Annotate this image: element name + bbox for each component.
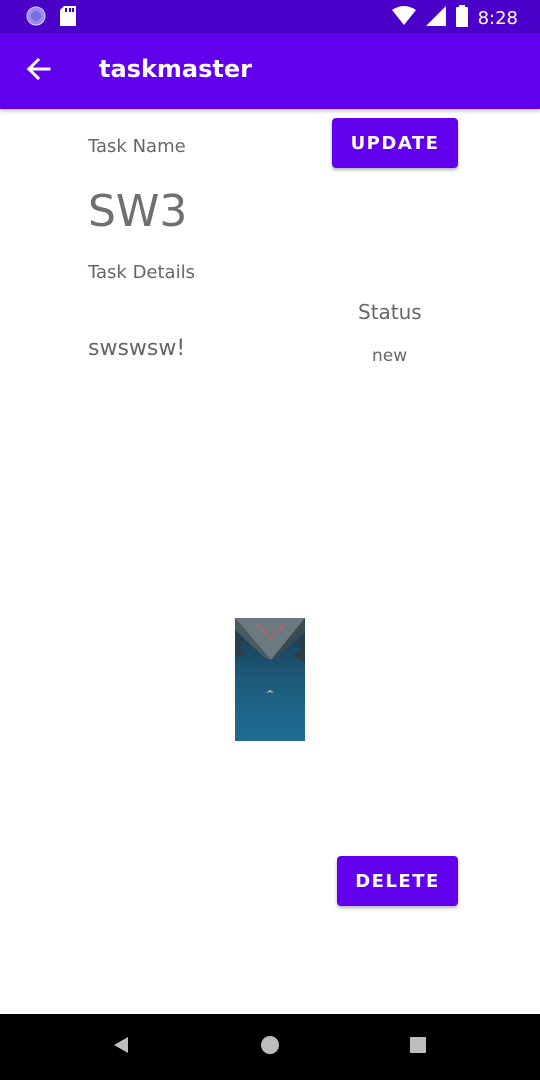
nav-back-button[interactable] [108,1034,134,1060]
recents-square-icon [408,1035,428,1059]
system-nav-bar [0,1014,540,1080]
app-title: taskmaster [99,55,252,83]
app-notification-icon [26,6,46,30]
sd-card-icon [60,6,76,30]
task-image [235,618,305,741]
arrow-left-icon [25,57,51,85]
back-button[interactable] [20,53,56,89]
cell-signal-icon [425,6,446,30]
delete-button[interactable]: DELETE [337,856,458,906]
home-circle-icon [259,1034,281,1060]
nav-recents-button[interactable] [405,1034,431,1060]
clock: 8:28 [477,7,518,29]
task-details-label: Task Details [88,262,195,283]
battery-icon [455,5,468,31]
nav-home-button[interactable] [257,1034,283,1060]
task-name-value: SW3 [88,186,188,237]
back-triangle-icon [111,1035,131,1059]
app-bar: taskmaster [0,33,540,109]
status-value: new [372,346,408,366]
task-details-value: swswsw! [88,336,186,361]
wifi-icon [391,6,416,30]
update-button[interactable]: UPDATE [332,118,458,168]
status-label: Status [358,300,422,324]
status-bar: 8:28 [0,0,540,33]
task-name-label: Task Name [88,136,186,157]
